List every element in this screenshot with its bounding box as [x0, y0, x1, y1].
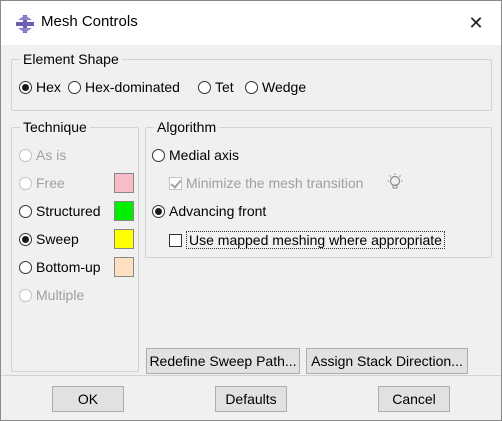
shape-hex-dominated-label: Hex-dominated [85, 79, 180, 95]
technique-bottom-up-radio[interactable]: Bottom-up [19, 259, 101, 275]
shape-wedge-label: Wedge [262, 79, 307, 95]
technique-legend: Technique [23, 119, 87, 135]
minimize-transition-checkbox[interactable]: Minimize the mesh transition [169, 175, 363, 191]
radio-indicator [19, 80, 32, 94]
shape-wedge-radio[interactable]: Wedge [245, 79, 306, 95]
radio-indicator [152, 204, 165, 218]
technique-free-label: Free [36, 175, 65, 191]
mesh-controls-icon [16, 15, 34, 33]
window-title: Mesh Controls [41, 13, 138, 30]
checkbox-indicator [169, 233, 182, 247]
sweep-color-swatch [114, 229, 134, 249]
cancel-button[interactable]: Cancel [378, 386, 450, 412]
checkbox-indicator [169, 176, 182, 190]
bottom-up-color-swatch [114, 257, 134, 277]
radio-indicator [198, 80, 211, 94]
free-color-swatch [114, 173, 134, 193]
algorithm-medial-axis-radio[interactable]: Medial axis [152, 147, 239, 163]
medial-axis-label: Medial axis [169, 147, 240, 163]
ok-button[interactable]: OK [52, 386, 124, 412]
assign-stack-direction-button[interactable]: Assign Stack Direction... [306, 348, 468, 374]
technique-bottom-up-label: Bottom-up [36, 259, 101, 275]
algorithm-legend: Algorithm [157, 119, 217, 135]
element-shape-legend: Element Shape [23, 51, 119, 67]
technique-structured-label: Structured [36, 203, 101, 219]
mapped-meshing-label: Use mapped meshing where appropriate [186, 231, 445, 249]
defaults-button[interactable]: Defaults [215, 386, 287, 412]
lightbulb-icon[interactable] [386, 173, 404, 191]
radio-indicator [19, 204, 32, 218]
radio-indicator [19, 260, 32, 274]
title-bar: Mesh Controls ✕ [1, 1, 501, 45]
technique-sweep-label: Sweep [36, 231, 79, 247]
shape-tet-radio[interactable]: Tet [198, 79, 234, 95]
radio-indicator [19, 176, 32, 190]
radio-indicator [152, 148, 165, 162]
technique-as-is-radio[interactable]: As is [19, 147, 66, 163]
close-icon[interactable]: ✕ [463, 11, 489, 35]
algorithm-advancing-front-radio[interactable]: Advancing front [152, 203, 266, 219]
technique-multiple-label: Multiple [36, 287, 85, 303]
minimize-transition-label: Minimize the mesh transition [186, 175, 364, 191]
shape-tet-label: Tet [215, 79, 234, 95]
footer-divider [1, 375, 501, 376]
structured-color-swatch [114, 201, 134, 221]
shape-hex-radio[interactable]: Hex [19, 79, 61, 95]
shape-hex-label: Hex [36, 79, 61, 95]
advancing-front-label: Advancing front [169, 203, 267, 219]
radio-indicator [19, 288, 32, 302]
technique-free-radio[interactable]: Free [19, 175, 65, 191]
radio-indicator [19, 148, 32, 162]
redefine-sweep-path-button[interactable]: Redefine Sweep Path... [146, 348, 300, 374]
mesh-controls-dialog: Mesh Controls ✕ Element Shape Hex Hex-do… [0, 0, 502, 421]
technique-as-is-label: As is [36, 147, 67, 163]
technique-multiple-radio[interactable]: Multiple [19, 287, 84, 303]
radio-indicator [68, 80, 81, 94]
radio-indicator [245, 80, 258, 94]
radio-indicator [19, 232, 32, 246]
mapped-meshing-checkbox[interactable]: Use mapped meshing where appropriate [169, 231, 445, 249]
shape-hex-dominated-radio[interactable]: Hex-dominated [68, 79, 180, 95]
technique-structured-radio[interactable]: Structured [19, 203, 101, 219]
technique-sweep-radio[interactable]: Sweep [19, 231, 79, 247]
